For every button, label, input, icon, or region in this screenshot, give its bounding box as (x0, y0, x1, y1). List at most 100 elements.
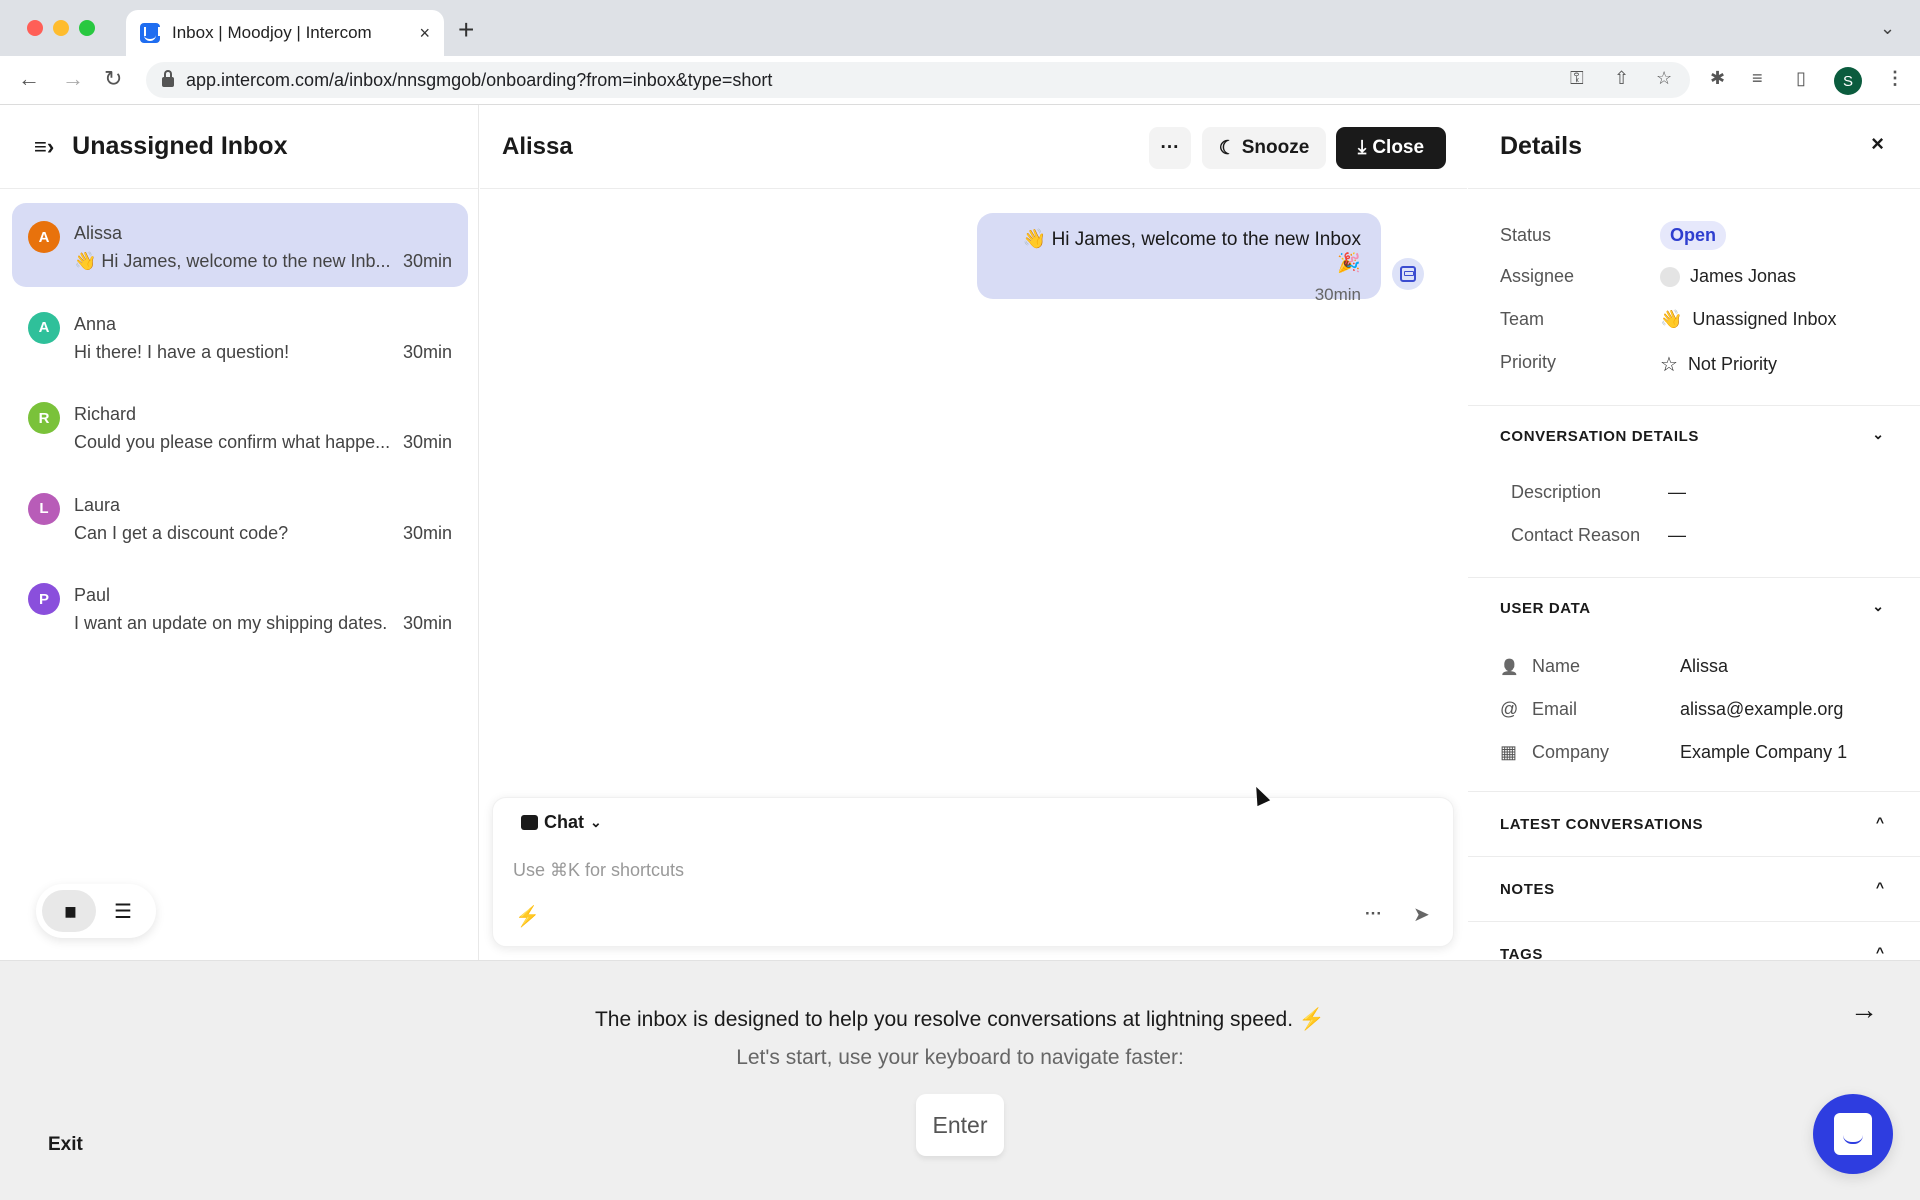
conversation-time: 30min (402, 613, 452, 634)
contact-avatar: A (28, 221, 60, 253)
tab-list-chevron-icon[interactable]: ⌄ (1880, 18, 1895, 39)
assignee-row[interactable]: Assignee James Jonas (1500, 266, 1796, 287)
conversation-time: 30min (402, 341, 452, 362)
user-company-value: Example Company 1 (1680, 742, 1848, 762)
team-row[interactable]: Team 👋 Unassigned Inbox (1500, 309, 1837, 330)
status-badge[interactable]: Open (1660, 221, 1727, 250)
share-icon[interactable]: ⇧ (1614, 68, 1629, 89)
user-company-row[interactable]: ▦ Company Example Company 1 (1500, 742, 1847, 763)
exit-onboarding-button[interactable]: Exit (48, 1134, 83, 1156)
macros-bolt-icon[interactable]: ⚡ (515, 904, 540, 929)
conversation-item[interactable]: L Laura Can I get a discount code? 30min (12, 475, 468, 559)
snooze-icon: ☾ (1218, 137, 1236, 159)
next-step-arrow-icon[interactable]: → (1850, 994, 1878, 1026)
contact-name: Alissa (74, 223, 123, 243)
operator-avatar-icon (1392, 258, 1424, 290)
chevron-up-icon[interactable]: ^ (1876, 879, 1884, 895)
enter-key-button[interactable]: Enter (916, 1094, 1004, 1156)
messenger-icon (1834, 1113, 1872, 1155)
user-email-row[interactable]: @ Email alissa@example.org (1500, 699, 1843, 720)
chevron-up-icon[interactable]: ^ (1876, 944, 1884, 960)
composer-mode-label: Chat (544, 812, 584, 832)
window-minimize-button[interactable] (53, 20, 69, 36)
window-zoom-button[interactable] (79, 20, 95, 36)
chevron-down-icon[interactable]: ⌄ (1872, 598, 1884, 615)
composer-input[interactable]: Use ⌘K for shortcuts (513, 860, 684, 881)
new-tab-button[interactable]: + (458, 14, 474, 46)
message-preview: I want an update on my shipping dates. (74, 613, 388, 634)
conversation-time: 30min (402, 432, 452, 453)
window-close-button[interactable] (27, 20, 43, 36)
priority-row[interactable]: Priority ☆ Not Priority (1500, 352, 1777, 377)
profile-avatar[interactable]: S (1834, 67, 1862, 95)
onboarding-banner (0, 960, 1920, 1200)
conversation-details-heading[interactable]: CONVERSATION DETAILS (1500, 428, 1699, 445)
conversation-item[interactable]: R Richard Could you please confirm what ha… (12, 384, 468, 468)
password-key-icon[interactable]: ⚿ (1570, 68, 1584, 89)
description-row[interactable]: Description — (1511, 482, 1686, 503)
building-icon: ▦ (1500, 742, 1518, 762)
list-view-button[interactable]: ☰ (96, 890, 150, 932)
chevron-down-icon: ⌄ (590, 814, 602, 830)
conversation-header: Alissa ··· ☾ Snooze ⤓ Close (480, 105, 1467, 189)
details-header: Details × (1468, 105, 1920, 189)
notes-section[interactable]: NOTES ^ (1468, 856, 1920, 921)
inbox-title: Unassigned Inbox (72, 132, 288, 160)
more-actions-button[interactable]: ··· (1149, 127, 1191, 169)
conversation-item[interactable]: P Paul I want an update on my shipping dat… (12, 565, 468, 649)
send-icon[interactable]: ➤ (1413, 902, 1430, 927)
chevron-up-icon[interactable]: ^ (1876, 814, 1884, 830)
contact-name: Paul (74, 585, 111, 606)
url-text: app.intercom.com/a/inbox/nnsgmgob/onboar… (186, 69, 773, 90)
chevron-down-icon[interactable]: ⌄ (1872, 426, 1884, 443)
media-control-icon[interactable]: ≡ (1752, 68, 1763, 89)
contact-name: Anna (74, 313, 117, 334)
user-name-row[interactable]: 👤 Name Alissa (1500, 656, 1728, 677)
message-bubble: 👋 Hi James, welcome to the new Inbox 🎉 3… (977, 213, 1381, 304)
user-email-label: Email (1532, 699, 1578, 719)
tab-close-icon[interactable]: × (419, 23, 430, 44)
view-toggle: ▮▮ ☰ (36, 884, 156, 938)
conversation-item[interactable]: A Anna Hi there! I have a question! 30min (12, 294, 468, 378)
browser-tab[interactable]: Inbox | Moodjoy | Intercom × (126, 10, 444, 56)
collapse-sidebar-icon[interactable]: ≡› (34, 134, 54, 160)
snooze-button[interactable]: ☾ Snooze (1202, 127, 1326, 169)
split-view-icon: ▮▮ (64, 902, 77, 919)
composer-more-icon[interactable]: ··· (1365, 904, 1382, 924)
contact-avatar: P (28, 583, 60, 616)
contact-avatar: R (28, 402, 60, 435)
address-bar[interactable]: app.intercom.com/a/inbox/nnsgmgob/onboar… (146, 62, 1690, 98)
close-details-icon[interactable]: × (1871, 131, 1884, 157)
message-time: 30min (1314, 285, 1361, 304)
conversation-item[interactable]: A Alissa 👋 Hi James, welcome to the new In… (12, 203, 468, 287)
list-view-icon: ☰ (114, 900, 132, 923)
back-button[interactable]: ← (18, 66, 40, 92)
side-panel-icon[interactable]: ▯ (1796, 68, 1806, 89)
status-label: Status (1500, 225, 1552, 245)
contact-reason-row[interactable]: Contact Reason — (1511, 525, 1686, 546)
latest-conversations-section[interactable]: LATEST CONVERSATIONS ^ (1468, 791, 1920, 856)
split-view-button[interactable]: ▮▮ (42, 890, 96, 932)
bookmark-star-icon[interactable]: ☆ (1656, 68, 1672, 89)
user-data-heading[interactable]: USER DATA (1500, 600, 1591, 617)
assignee-value: James Jonas (1690, 266, 1797, 286)
tags-section[interactable]: TAGS ^ (1468, 921, 1920, 960)
browser-menu-icon[interactable]: ⋮ (1886, 68, 1904, 89)
user-data-section: USER DATA ⌄ 👤 Name Alissa @ Email alissa@e… (1468, 577, 1920, 769)
user-name-label: Name (1532, 656, 1581, 676)
star-icon: ☆ (1660, 354, 1678, 376)
composer-mode-selector[interactable]: Chat ⌄ (521, 812, 602, 833)
close-conversation-button[interactable]: ⤓ Close (1336, 127, 1446, 169)
contact-reason-value: — (1668, 525, 1686, 545)
reload-button[interactable]: ↻ (104, 66, 122, 92)
onboarding-subtitle: Let's start, use your keyboard to naviga… (736, 1046, 1184, 1069)
inbox-list-panel: ≡› Unassigned Inbox A Alissa 👋 Hi James, w… (0, 105, 479, 960)
intercom-favicon-icon (140, 23, 160, 43)
forward-button[interactable]: → (62, 66, 84, 92)
user-company-label: Company (1532, 742, 1610, 762)
intercom-messenger-launcher[interactable] (1813, 1094, 1893, 1174)
chat-bubble-icon (521, 815, 538, 830)
team-label: Team (1500, 309, 1545, 329)
extensions-icon[interactable]: ✱ (1710, 68, 1725, 89)
conversation-details-section: CONVERSATION DETAILS ⌄ Description — Con… (1468, 405, 1920, 577)
